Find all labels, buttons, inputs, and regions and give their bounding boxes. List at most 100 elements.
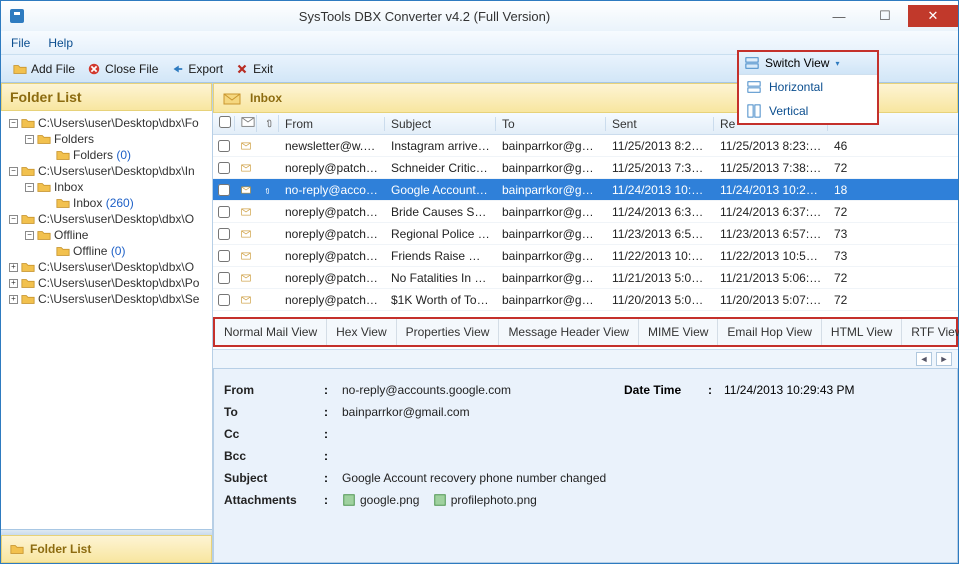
tree-item[interactable]: Folders [54, 132, 94, 146]
table-row[interactable]: noreply@patch.com$1K Worth of Too...bain… [213, 289, 958, 311]
tree-collapse-icon[interactable]: − [25, 231, 34, 240]
tree-expand-icon[interactable]: + [9, 295, 18, 304]
tree-item[interactable]: Inbox [54, 180, 83, 194]
from-label: From [224, 383, 324, 397]
tree-collapse-icon[interactable]: − [25, 135, 34, 144]
switch-view-vertical[interactable]: Vertical [739, 99, 877, 123]
col-attachment-icon[interactable] [257, 115, 279, 132]
tree-item[interactable]: C:\Users\user\Desktop\dbx\Fo [38, 116, 199, 130]
folder-list-bottom-tab[interactable]: Folder List [1, 535, 212, 563]
cell-from: no-reply@accoun... [279, 183, 385, 197]
tab-normal-mail-view[interactable]: Normal Mail View [215, 319, 327, 345]
table-row[interactable]: noreply@patch.comBride Causes Scen...bai… [213, 201, 958, 223]
folder-plus-icon [13, 62, 27, 76]
cell-subject: Schneider Criticiz... [385, 161, 496, 175]
envelope-icon [235, 293, 257, 307]
attachment-item[interactable]: profilephoto.png [433, 493, 537, 507]
folder-icon [21, 276, 35, 290]
tree-collapse-icon[interactable]: − [25, 183, 34, 192]
table-row[interactable]: no-reply@accoun...Google Account r...bai… [213, 179, 958, 201]
cell-subject: Regional Police R... [385, 227, 496, 241]
maximize-button[interactable]: ☐ [862, 5, 908, 27]
close-file-icon [87, 62, 101, 76]
exit-label: Exit [253, 62, 273, 76]
switch-view-button[interactable]: Switch View ▾ [739, 52, 877, 75]
exit-button[interactable]: Exit [229, 62, 279, 76]
cell-received: 11/25/2013 8:23:0... [714, 139, 828, 153]
envelope-icon [235, 139, 257, 153]
attachment-item[interactable]: google.png [342, 493, 419, 507]
cell-size: 73 [828, 227, 868, 241]
row-checkbox[interactable] [213, 272, 235, 284]
export-label: Export [188, 62, 223, 76]
menu-file[interactable]: File [11, 36, 30, 50]
row-checkbox[interactable] [213, 206, 235, 218]
table-row[interactable]: noreply@patch.comFriends Raise Mo...bain… [213, 245, 958, 267]
row-checkbox[interactable] [213, 294, 235, 306]
close-file-label: Close File [105, 62, 158, 76]
tab-html-view[interactable]: HTML View [822, 319, 902, 345]
cell-sent: 11/23/2013 6:57:4... [606, 227, 714, 241]
cell-to: bainparrkor@gma... [496, 271, 606, 285]
col-from[interactable]: From [279, 117, 385, 131]
view-tabs: Normal Mail View Hex View Properties Vie… [213, 317, 958, 347]
tab-nav-left[interactable]: ◄ [916, 352, 932, 366]
add-file-label: Add File [31, 62, 75, 76]
col-envelope-icon[interactable] [235, 115, 257, 132]
col-sent[interactable]: Sent [606, 117, 714, 131]
row-checkbox[interactable] [213, 162, 235, 174]
folder-icon [56, 148, 70, 162]
menu-help[interactable]: Help [48, 36, 73, 50]
cell-from: noreply@patch.com [279, 161, 385, 175]
tree-item[interactable]: C:\Users\user\Desktop\dbx\In [38, 164, 195, 178]
folder-icon [21, 164, 35, 178]
tab-mime-view[interactable]: MIME View [639, 319, 718, 345]
table-row[interactable]: noreply@patch.comNo Fatalities In La...b… [213, 267, 958, 289]
tree-expand-icon[interactable]: + [9, 279, 18, 288]
export-button[interactable]: Export [164, 62, 229, 76]
row-checkbox[interactable] [213, 250, 235, 262]
tab-properties-view[interactable]: Properties View [397, 319, 500, 345]
cell-received: 11/25/2013 7:38:3... [714, 161, 828, 175]
tree-item[interactable]: C:\Users\user\Desktop\dbx\Se [38, 292, 199, 306]
tree-item[interactable]: C:\Users\user\Desktop\dbx\O [38, 260, 194, 274]
tab-nav-right[interactable]: ► [936, 352, 952, 366]
tab-hex-view[interactable]: Hex View [327, 319, 396, 345]
tree-collapse-icon[interactable]: − [9, 167, 18, 176]
table-row[interactable]: noreply@patch.comRegional Police R...bai… [213, 223, 958, 245]
cell-sent: 11/20/2013 5:07:2... [606, 293, 714, 307]
add-file-button[interactable]: Add File [7, 62, 81, 76]
switch-view-horizontal[interactable]: Horizontal [739, 75, 877, 99]
table-row[interactable]: newsletter@w.sof...Instagram arrives ...… [213, 135, 958, 157]
envelope-icon [235, 227, 257, 241]
tree-item[interactable]: Folders (0) [73, 148, 131, 162]
col-checkbox[interactable] [213, 116, 235, 131]
tab-rtf-view[interactable]: RTF View [902, 319, 959, 345]
tab-email-hop-view[interactable]: Email Hop View [718, 319, 821, 345]
close-file-button[interactable]: Close File [81, 62, 164, 76]
table-row[interactable]: noreply@patch.comSchneider Criticiz...ba… [213, 157, 958, 179]
col-to[interactable]: To [496, 117, 606, 131]
tab-message-header-view[interactable]: Message Header View [499, 319, 639, 345]
inbox-title: Inbox [250, 91, 282, 105]
cell-received: 11/20/2013 5:07:2... [714, 293, 828, 307]
tree-item[interactable]: C:\Users\user\Desktop\dbx\Po [38, 276, 199, 290]
folder-tree[interactable]: −C:\Users\user\Desktop\dbx\Fo −Folders F… [1, 111, 212, 529]
close-button[interactable]: ✕ [908, 5, 958, 27]
col-subject[interactable]: Subject [385, 117, 496, 131]
tree-item[interactable]: C:\Users\user\Desktop\dbx\O [38, 212, 194, 226]
tree-expand-icon[interactable]: + [9, 263, 18, 272]
cell-size: 18 [828, 183, 868, 197]
row-checkbox[interactable] [213, 184, 235, 196]
tree-item[interactable]: Inbox (260) [73, 196, 134, 210]
row-checkbox[interactable] [213, 228, 235, 240]
folder-icon [56, 196, 70, 210]
tree-collapse-icon[interactable]: − [9, 119, 18, 128]
tree-item[interactable]: Offline (0) [73, 244, 125, 258]
tree-collapse-icon[interactable]: − [9, 215, 18, 224]
minimize-button[interactable]: — [816, 5, 862, 27]
attachments-value: google.png profilephoto.png [342, 493, 547, 510]
row-checkbox[interactable] [213, 140, 235, 152]
tree-item[interactable]: Offline [54, 228, 88, 242]
to-label: To [224, 405, 324, 419]
